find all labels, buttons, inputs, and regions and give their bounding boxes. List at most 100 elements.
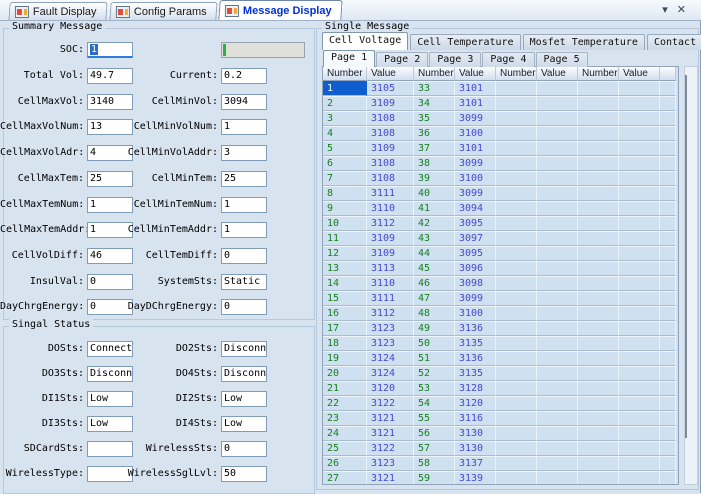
number-cell[interactable]: 45 (414, 261, 455, 276)
value-cell[interactable]: 3130 (455, 426, 496, 441)
number-cell[interactable]: 59 (414, 471, 455, 485)
tab-page-2[interactable]: Page 2 (376, 52, 428, 67)
number-cell[interactable] (496, 246, 537, 261)
number-cell[interactable]: 25 (323, 441, 367, 456)
column-header[interactable]: Value (537, 67, 578, 81)
di4sts-input[interactable]: Low (221, 416, 267, 432)
value-cell[interactable] (619, 321, 660, 336)
value-cell[interactable]: 3135 (455, 366, 496, 381)
value-cell[interactable]: 3109 (367, 96, 414, 111)
do2sts-input[interactable]: Disconnec (221, 341, 267, 357)
number-cell[interactable] (496, 126, 537, 141)
number-cell[interactable] (496, 306, 537, 321)
number-cell[interactable]: 39 (414, 171, 455, 186)
cellminvoladdr-input[interactable]: 3 (221, 145, 267, 161)
number-cell[interactable]: 26 (323, 456, 367, 471)
value-cell[interactable] (619, 171, 660, 186)
tab-fault-display[interactable]: Fault Display (8, 2, 107, 20)
value-cell[interactable] (619, 471, 660, 485)
value-cell[interactable] (619, 306, 660, 321)
value-cell[interactable]: 3124 (367, 366, 414, 381)
value-cell[interactable]: 3109 (367, 246, 414, 261)
tab-page-1[interactable]: Page 1 (323, 50, 375, 67)
number-cell[interactable]: 50 (414, 336, 455, 351)
value-cell[interactable]: 3109 (367, 231, 414, 246)
column-header[interactable]: Number (323, 67, 367, 81)
column-header[interactable]: Number (578, 67, 619, 81)
value-cell[interactable] (619, 291, 660, 306)
value-cell[interactable]: 3109 (367, 141, 414, 156)
di2sts-input[interactable]: Low (221, 391, 267, 407)
number-cell[interactable]: 6 (323, 156, 367, 171)
value-cell[interactable] (537, 156, 578, 171)
number-cell[interactable]: 57 (414, 441, 455, 456)
number-cell[interactable] (578, 261, 619, 276)
number-cell[interactable]: 12 (323, 246, 367, 261)
value-cell[interactable]: 3098 (455, 276, 496, 291)
number-cell[interactable] (496, 456, 537, 471)
value-cell[interactable] (619, 336, 660, 351)
value-cell[interactable]: 3123 (367, 321, 414, 336)
number-cell[interactable] (496, 351, 537, 366)
value-cell[interactable] (537, 126, 578, 141)
celltemdiff-input[interactable]: 0 (221, 248, 267, 264)
value-cell[interactable] (619, 351, 660, 366)
number-cell[interactable]: 43 (414, 231, 455, 246)
number-cell[interactable] (496, 186, 537, 201)
value-cell[interactable] (537, 186, 578, 201)
value-cell[interactable] (619, 156, 660, 171)
value-cell[interactable] (537, 396, 578, 411)
value-cell[interactable]: 3105 (367, 81, 414, 96)
number-cell[interactable]: 35 (414, 111, 455, 126)
value-cell[interactable]: 3101 (455, 141, 496, 156)
number-cell[interactable]: 47 (414, 291, 455, 306)
number-cell[interactable]: 58 (414, 456, 455, 471)
value-cell[interactable] (537, 96, 578, 111)
column-header[interactable]: Value (367, 67, 414, 81)
number-cell[interactable]: 48 (414, 306, 455, 321)
number-cell[interactable]: 51 (414, 351, 455, 366)
value-cell[interactable]: 3101 (455, 96, 496, 111)
value-cell[interactable]: 3100 (455, 306, 496, 321)
value-cell[interactable] (619, 201, 660, 216)
value-cell[interactable] (619, 276, 660, 291)
close-icon[interactable]: ✕ (677, 3, 686, 17)
value-cell[interactable] (537, 216, 578, 231)
value-cell[interactable]: 3122 (367, 441, 414, 456)
value-cell[interactable]: 3124 (367, 351, 414, 366)
number-cell[interactable]: 5 (323, 141, 367, 156)
number-cell[interactable] (496, 291, 537, 306)
value-cell[interactable]: 3099 (455, 156, 496, 171)
number-cell[interactable] (578, 291, 619, 306)
value-cell[interactable]: 3121 (367, 426, 414, 441)
number-cell[interactable]: 21 (323, 381, 367, 396)
value-cell[interactable]: 3096 (455, 261, 496, 276)
value-cell[interactable]: 3111 (367, 291, 414, 306)
value-cell[interactable] (619, 381, 660, 396)
number-cell[interactable]: 38 (414, 156, 455, 171)
value-cell[interactable] (537, 171, 578, 186)
number-cell[interactable] (578, 231, 619, 246)
value-cell[interactable]: 3100 (455, 126, 496, 141)
value-cell[interactable]: 3108 (367, 111, 414, 126)
number-cell[interactable] (578, 426, 619, 441)
number-cell[interactable]: 19 (323, 351, 367, 366)
value-cell[interactable] (537, 111, 578, 126)
value-cell[interactable] (537, 201, 578, 216)
number-cell[interactable]: 55 (414, 411, 455, 426)
number-cell[interactable]: 40 (414, 186, 455, 201)
number-cell[interactable]: 34 (414, 96, 455, 111)
number-cell[interactable]: 16 (323, 306, 367, 321)
number-cell[interactable]: 8 (323, 186, 367, 201)
number-cell[interactable] (578, 126, 619, 141)
value-cell[interactable] (537, 141, 578, 156)
number-cell[interactable] (578, 411, 619, 426)
number-cell[interactable] (496, 381, 537, 396)
number-cell[interactable] (578, 276, 619, 291)
number-cell[interactable] (496, 216, 537, 231)
value-cell[interactable] (537, 276, 578, 291)
value-cell[interactable] (537, 231, 578, 246)
number-cell[interactable]: 7 (323, 171, 367, 186)
scrollbar-thumb[interactable] (685, 75, 687, 438)
number-cell[interactable] (578, 306, 619, 321)
